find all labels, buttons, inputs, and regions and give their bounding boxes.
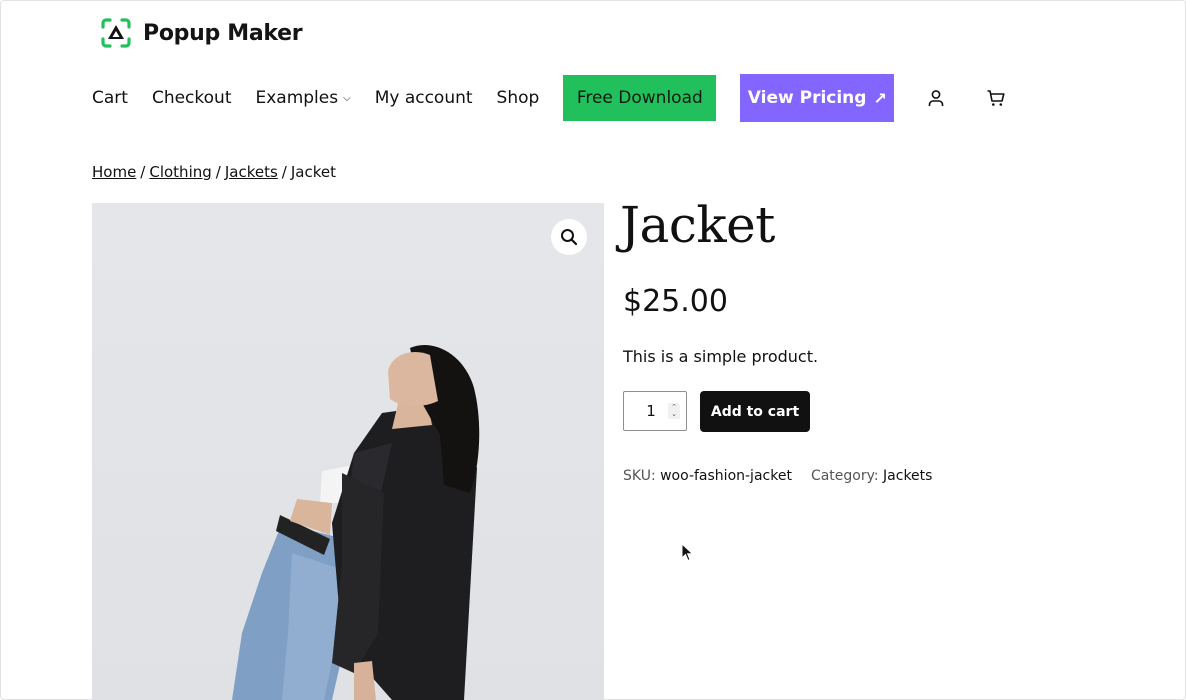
product-photo (92, 203, 604, 700)
product-image[interactable] (92, 203, 604, 700)
add-to-cart-button[interactable]: Add to cart (700, 391, 810, 432)
category-link[interactable]: Jackets (883, 468, 932, 484)
stepper-down-icon: ⌄ (671, 410, 677, 418)
quantity-value: 1 (646, 402, 656, 420)
view-pricing-button[interactable]: View Pricing ↗ (740, 74, 895, 122)
product-price: $25.00 (623, 284, 728, 319)
breadcrumb-separator: / (215, 163, 221, 181)
product-title: Jacket (620, 196, 775, 254)
quantity-stepper[interactable]: ⌃ ⌄ (668, 403, 680, 419)
nav-cart[interactable]: Cart (92, 88, 128, 108)
brand-name: Popup Maker (143, 20, 303, 46)
category-group: Category: Jackets (811, 468, 933, 484)
account-icon[interactable] (925, 87, 947, 109)
zoom-button[interactable] (551, 219, 587, 255)
mouse-cursor-icon (681, 543, 694, 562)
product-meta: SKU: woo-fashion-jacket Category: Jacket… (623, 468, 951, 484)
nav-examples[interactable]: Examples ⌵ (255, 88, 350, 108)
nav-shop[interactable]: Shop (497, 88, 540, 108)
product-description: This is a simple product. (623, 347, 819, 366)
breadcrumb-jackets[interactable]: Jackets (225, 163, 278, 181)
cart-icon[interactable] (985, 87, 1007, 109)
sku-group: SKU: woo-fashion-jacket (623, 468, 792, 484)
breadcrumb-clothing[interactable]: Clothing (149, 163, 211, 181)
quantity-input[interactable]: 1 ⌃ ⌄ (623, 391, 687, 431)
category-label: Category: (810, 468, 879, 484)
sku-value: woo-fashion-jacket (660, 468, 792, 484)
external-arrow-icon: ↗ (873, 88, 887, 108)
nav-examples-label: Examples (255, 88, 339, 108)
nav-checkout[interactable]: Checkout (152, 88, 232, 108)
magnifier-icon (561, 229, 578, 246)
free-download-button[interactable]: Free Download (563, 75, 717, 121)
breadcrumb-separator: / (140, 163, 146, 181)
chevron-down-icon: ⌵ (343, 92, 351, 104)
main-nav: Cart Checkout Examples ⌵ My account Shop… (92, 74, 1045, 122)
breadcrumb-home[interactable]: Home (92, 163, 136, 181)
view-pricing-label: View Pricing (747, 88, 867, 108)
sku-label: SKU: (623, 468, 656, 484)
breadcrumb-separator: / (281, 163, 287, 181)
site-logo[interactable]: Popup Maker (100, 17, 303, 49)
breadcrumb: Home / Clothing / Jackets / Jacket (92, 163, 336, 181)
nav-my-account[interactable]: My account (375, 88, 473, 108)
popup-maker-logo-icon (101, 18, 131, 48)
breadcrumb-current: Jacket (290, 163, 336, 181)
